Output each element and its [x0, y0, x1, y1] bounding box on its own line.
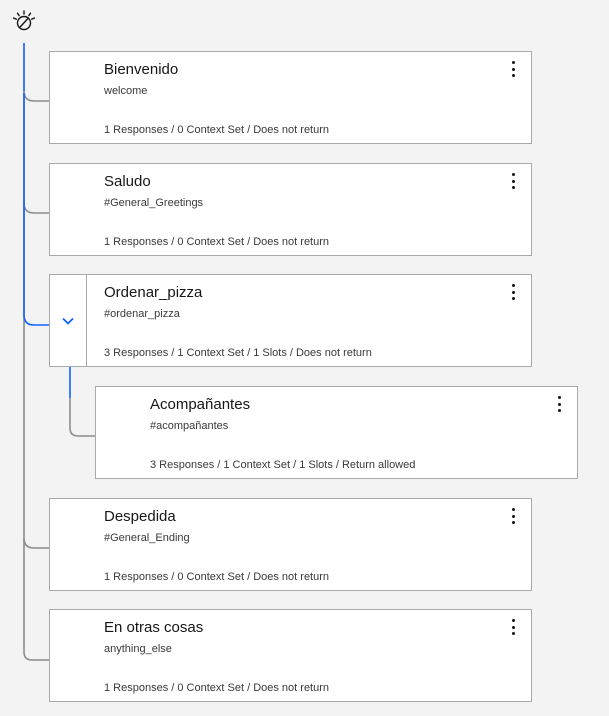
dialog-tree-canvas: Bienvenido welcome 1 Responses / 0 Conte…: [0, 0, 609, 716]
node-condition: #General_Greetings: [104, 197, 204, 209]
node-summary: 3 Responses / 1 Context Set / 1 Slots / …: [104, 347, 372, 359]
node-title: Bienvenido: [104, 61, 179, 78]
node-summary: 1 Responses / 0 Context Set / Does not r…: [104, 571, 330, 583]
node-summary: 1 Responses / 0 Context Set / Does not r…: [104, 682, 330, 694]
overflow-menu-icon[interactable]: [551, 393, 567, 415]
dialog-node-acompanantes[interactable]: Acompañantes #acompañantes 3 Responses /…: [95, 386, 578, 479]
overflow-menu-icon[interactable]: [505, 616, 521, 638]
chevron-down-icon: [62, 317, 74, 325]
dialog-node-despedida[interactable]: Despedida #General_Ending 1 Responses / …: [49, 498, 532, 591]
node-condition: #General_Ending: [104, 532, 190, 544]
overflow-menu-icon[interactable]: [505, 170, 521, 192]
node-title: Ordenar_pizza: [104, 284, 203, 301]
overflow-menu-icon[interactable]: [505, 505, 521, 527]
dialog-node-en-otras-cosas[interactable]: En otras cosas anything_else 1 Responses…: [49, 609, 532, 702]
node-title: Saludo: [104, 173, 151, 190]
dialog-node-saludo[interactable]: Saludo #General_Greetings 1 Responses / …: [49, 163, 532, 256]
node-summary: 1 Responses / 0 Context Set / Does not r…: [104, 236, 330, 248]
node-title: Acompañantes: [150, 396, 251, 413]
collapse-toggle[interactable]: [50, 275, 87, 366]
overflow-menu-icon[interactable]: [505, 281, 521, 303]
node-summary: 3 Responses / 1 Context Set / 1 Slots / …: [150, 459, 416, 471]
node-condition: #acompañantes: [150, 420, 229, 432]
dialog-node-bienvenido[interactable]: Bienvenido welcome 1 Responses / 0 Conte…: [49, 51, 532, 144]
node-title: En otras cosas: [104, 619, 204, 636]
overflow-menu-icon[interactable]: [505, 58, 521, 80]
watson-assistant-icon[interactable]: [11, 9, 37, 33]
node-title: Despedida: [104, 508, 176, 525]
dialog-node-ordenar-pizza[interactable]: Ordenar_pizza #ordenar_pizza 3 Responses…: [49, 274, 532, 367]
node-summary: 1 Responses / 0 Context Set / Does not r…: [104, 124, 330, 136]
node-condition: anything_else: [104, 643, 172, 655]
node-condition: #ordenar_pizza: [104, 308, 180, 320]
node-condition: welcome: [104, 85, 148, 97]
